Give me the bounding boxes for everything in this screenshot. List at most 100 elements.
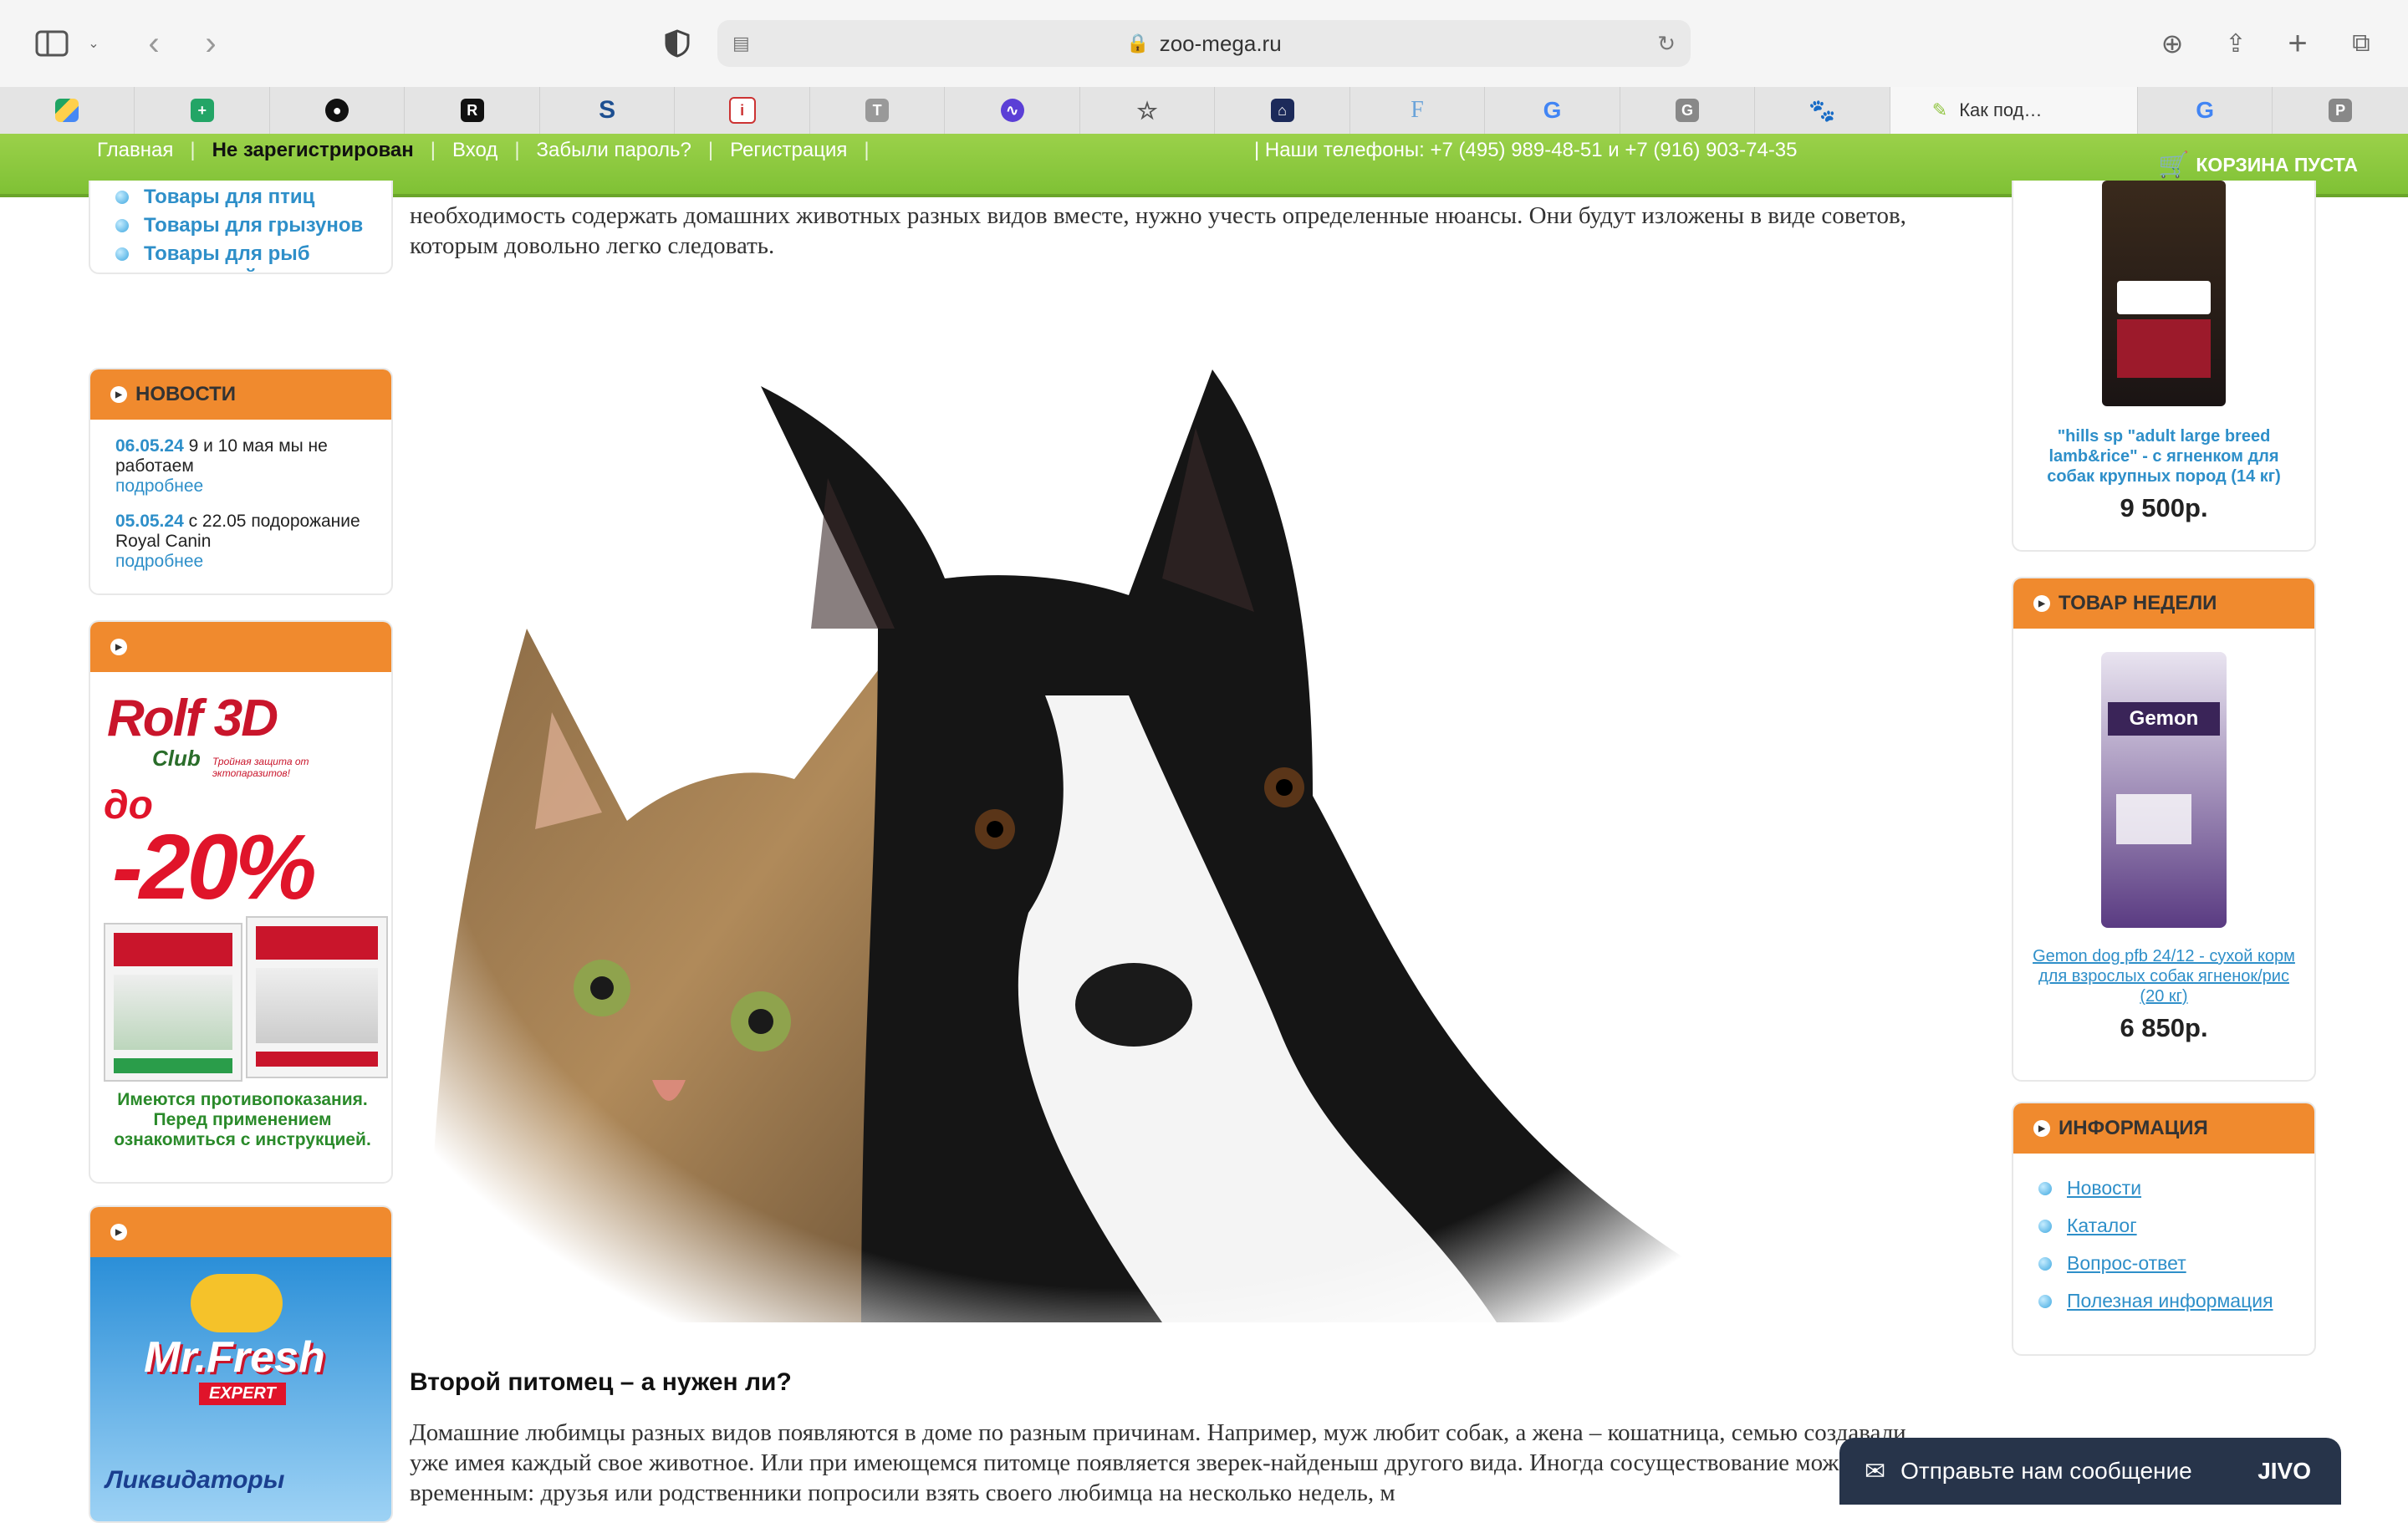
play-icon: ▶ bbox=[110, 1224, 127, 1240]
sidebar-toggle-icon[interactable] bbox=[28, 20, 75, 67]
star-icon: ☆ bbox=[1136, 97, 1158, 124]
product-price: 6 850р. bbox=[2120, 1013, 2208, 1042]
tab-sheets[interactable]: + bbox=[135, 87, 270, 134]
tab-active[interactable]: ✎ Как под… bbox=[1890, 87, 2138, 134]
category-list: Товары для птиц Товары для грызунов Това… bbox=[90, 186, 391, 273]
forward-icon[interactable]: › bbox=[187, 20, 234, 67]
product-box-1: "hills sp "adult large breed lamb&rice" … bbox=[2012, 181, 2316, 552]
tab-google-2[interactable]: G bbox=[2138, 87, 2273, 134]
t-icon: T bbox=[865, 99, 890, 122]
info-link-catalog[interactable]: Каталог bbox=[2038, 1215, 2314, 1237]
info-link-faq[interactable]: Вопрос-ответ bbox=[2038, 1252, 2314, 1275]
mrfresh-caption: Ликвидаторы bbox=[105, 1466, 285, 1494]
cat-and-dog-photo bbox=[410, 278, 1831, 1364]
bullet-icon bbox=[2038, 1182, 2052, 1195]
tab-overview-icon[interactable]: ⧉ bbox=[2338, 20, 2385, 67]
new-tab-icon[interactable]: + bbox=[2274, 20, 2321, 67]
news-box: ▶ НОВОСТИ 06.05.24 9 и 10 мая мы не работ… bbox=[89, 368, 393, 595]
week-product-box: ▶ ТОВАР НЕДЕЛИ Gemon Gemon dog pfb 24/12 … bbox=[2012, 577, 2316, 1082]
nav-home[interactable]: Главная bbox=[80, 139, 190, 162]
discount-value: -20% bbox=[112, 816, 317, 919]
news-header: ▶ НОВОСТИ bbox=[90, 369, 391, 420]
reader-icon[interactable]: ▤ bbox=[732, 33, 750, 54]
download-icon[interactable]: ⊕ bbox=[2149, 20, 2196, 67]
play-icon: ▶ bbox=[2033, 595, 2050, 612]
site-nav: Главная | Не зарегистрирован | Вход | Забыл… bbox=[80, 139, 870, 162]
back-icon[interactable]: ‹ bbox=[130, 20, 177, 67]
tab-google[interactable]: G bbox=[1485, 87, 1620, 134]
bullet-icon bbox=[115, 191, 129, 204]
tab-star[interactable]: ☆ bbox=[1080, 87, 1216, 134]
page-content: Товары для птиц Товары для грызунов Това… bbox=[0, 181, 2408, 1523]
rolf-banner-box: ▶ Rolf 3D Club Тройная защита от эктопар… bbox=[89, 620, 393, 1184]
banner-header: ▶ bbox=[90, 622, 391, 672]
gemon-product-image[interactable]: Gemon bbox=[2101, 652, 2227, 928]
mrfresh-banner[interactable]: Mr.Fresh EXPERT Ликвидаторы bbox=[90, 1257, 391, 1521]
chevron-down-icon[interactable]: ⌄ bbox=[77, 20, 110, 67]
paw-icon: 🐾 bbox=[1809, 97, 1836, 123]
product-name-link[interactable]: "hills sp "adult large breed lamb&rice" … bbox=[2013, 426, 2314, 486]
wave-icon: ∿ bbox=[1000, 99, 1024, 122]
i-icon: i bbox=[728, 97, 756, 124]
tab-p[interactable]: P bbox=[2273, 87, 2407, 134]
tab-r[interactable]: R bbox=[405, 87, 540, 134]
tab-t[interactable]: T bbox=[810, 87, 946, 134]
tab-s[interactable]: S bbox=[540, 87, 676, 134]
rolf-tagline: Тройная защита от эктопаразитов! bbox=[212, 756, 309, 779]
nav-login[interactable]: Вход bbox=[436, 139, 514, 162]
tab-paw[interactable]: 🐾 bbox=[1755, 87, 1890, 134]
news-list: 06.05.24 9 и 10 мая мы не работаем подро… bbox=[90, 420, 391, 588]
rolf-banner[interactable]: Rolf 3D Club Тройная защита от эктопараз… bbox=[90, 672, 391, 1182]
info-links: Новости Каталог Вопрос-ответ Полезная ин… bbox=[2013, 1154, 2314, 1312]
cart-link[interactable]: 🛒 КОРЗИНА ПУСТА bbox=[2158, 150, 2358, 180]
hills-product-image[interactable] bbox=[2102, 181, 2226, 406]
tab-google-drive[interactable] bbox=[0, 87, 135, 134]
product-price: 9 500р. bbox=[2120, 493, 2208, 522]
mrfresh-banner-box: ▶ Mr.Fresh EXPERT Ликвидаторы bbox=[89, 1205, 393, 1523]
product-name-link[interactable]: Gemon dog pfb 24/12 - сухой корм для взр… bbox=[2013, 946, 2314, 1006]
gemon-label: Gemon bbox=[2108, 702, 2220, 736]
tab-f[interactable]: F bbox=[1350, 87, 1486, 134]
tab-wave[interactable]: ∿ bbox=[945, 87, 1080, 134]
share-icon[interactable]: ⇪ bbox=[2212, 20, 2259, 67]
rolf-logo: Rolf 3D bbox=[107, 690, 278, 747]
categories-box: Товары для птиц Товары для грызунов Това… bbox=[89, 181, 393, 274]
week-product-header: ▶ ТОВАР НЕДЕЛИ bbox=[2013, 578, 2314, 629]
phones-text: | Наши телефоны: +7 (495) 989-48-51 и +7… bbox=[1254, 139, 1798, 161]
p-icon: P bbox=[2329, 99, 2353, 122]
nav-not-registered: Не зарегистрирован bbox=[212, 139, 414, 161]
news-item: 06.05.24 9 и 10 мая мы не работаем подро… bbox=[115, 436, 366, 497]
nav-register[interactable]: Регистрация bbox=[713, 139, 864, 162]
google-drive-icon bbox=[55, 99, 79, 122]
chat-widget[interactable]: ✉ Отправьте нам сообщение JIVO bbox=[1839, 1438, 2341, 1505]
tab-title: Как под… bbox=[1959, 99, 2043, 120]
address-bar[interactable]: ▤ 🔒 zoo-mega.ru ↻ bbox=[717, 20, 1691, 67]
bullet-icon bbox=[2038, 1295, 2052, 1308]
f-icon: F bbox=[1411, 97, 1424, 123]
jivo-logo: JIVO bbox=[2258, 1458, 2311, 1484]
envelope-icon: ✉ bbox=[1865, 1457, 1886, 1485]
tab-g-gray[interactable]: G bbox=[1620, 87, 1756, 134]
cart-label: КОРЗИНА ПУСТА bbox=[2196, 154, 2358, 176]
tab-bar: + ● R S i T ∿ ☆ ⌂ F G G 🐾 ✎ Как под… G P bbox=[0, 87, 2408, 135]
news-more-link[interactable]: подробнее bbox=[115, 476, 203, 496]
reload-icon[interactable]: ↻ bbox=[1657, 31, 1676, 57]
info-link-news[interactable]: Новости bbox=[2038, 1177, 2314, 1200]
mrfresh-logo: Mr.Fresh bbox=[144, 1333, 325, 1382]
info-link-useful[interactable]: Полезная информация bbox=[2038, 1290, 2314, 1312]
privacy-shield-icon[interactable] bbox=[654, 20, 701, 67]
tab-i[interactable]: i bbox=[675, 87, 810, 134]
tab-github[interactable]: ● bbox=[270, 87, 406, 134]
play-icon: ▶ bbox=[110, 639, 127, 655]
tab-house[interactable]: ⌂ bbox=[1215, 87, 1350, 134]
browser-toolbar: ⌄ ‹ › ▤ 🔒 zoo-mega.ru ↻ ⊕ ⇪ + ⧉ bbox=[0, 0, 2408, 88]
category-fish-reptiles[interactable]: Товары для рыб и рептилий bbox=[115, 242, 324, 273]
nav-forgot-password[interactable]: Забыли пароль? bbox=[520, 139, 708, 162]
news-date: 05.05.24 bbox=[115, 512, 184, 531]
category-rodents[interactable]: Товары для грызунов bbox=[115, 214, 391, 237]
bullet-icon bbox=[2038, 1257, 2052, 1271]
play-icon: ▶ bbox=[110, 386, 127, 403]
rolf-warning: Имеются противопоказания. Перед применен… bbox=[114, 1090, 371, 1149]
news-more-link[interactable]: подробнее bbox=[115, 552, 203, 571]
category-birds[interactable]: Товары для птиц bbox=[115, 186, 391, 209]
